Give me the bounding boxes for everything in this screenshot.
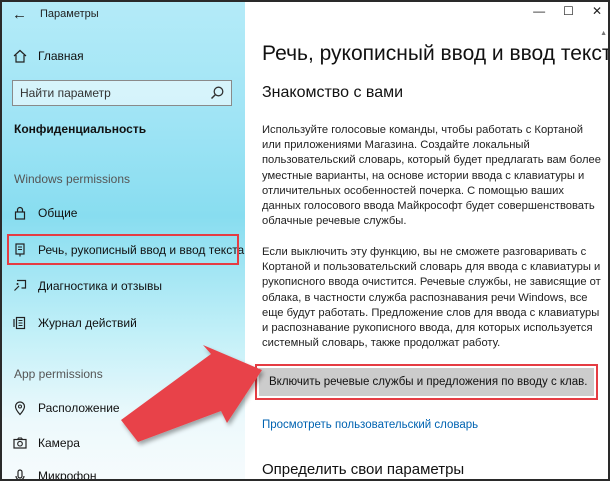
camera-icon: [2, 435, 38, 451]
window-controls: — ☐ ✕: [533, 4, 602, 18]
microphone-icon: [2, 468, 38, 479]
nav-home-label: Главная: [38, 49, 84, 63]
nav-microphone[interactable]: Микрофон: [2, 462, 245, 479]
sidebar: ← Параметры Главная Конфиденциальность W…: [2, 2, 245, 479]
nav-camera[interactable]: Камера: [2, 429, 245, 457]
app-title: Параметры: [40, 8, 99, 20]
section-heading: Знакомство с вами: [262, 84, 404, 101]
nav-home[interactable]: Главная: [2, 42, 245, 70]
nav-diagnostics-label: Диагностика и отзывы: [38, 279, 162, 293]
button-highlight: [255, 364, 598, 400]
main-content: — ☐ ✕ Речь, рукописный ввод и ввод текст…: [245, 2, 608, 479]
warning-paragraph: Если выключить эту функцию, вы не сможет…: [262, 246, 601, 350]
nav-diagnostics[interactable]: Диагностика и отзывы: [2, 272, 245, 300]
nav-activity[interactable]: Журнал действий: [2, 309, 245, 337]
app-permissions-title: App permissions: [14, 367, 103, 381]
location-icon: [2, 400, 38, 416]
nav-location-label: Расположение: [38, 401, 120, 415]
home-icon: [2, 48, 38, 64]
close-icon[interactable]: ✕: [592, 4, 602, 18]
nav-general[interactable]: Общие: [2, 199, 245, 227]
nav-microphone-label: Микрофон: [38, 469, 97, 479]
title-bar: ← Параметры: [2, 2, 245, 28]
maximize-icon[interactable]: ☐: [563, 4, 574, 18]
minimize-icon[interactable]: —: [533, 4, 545, 18]
nav-camera-label: Камера: [38, 436, 80, 450]
settings-window: ← Параметры Главная Конфиденциальность W…: [2, 2, 608, 479]
back-arrow-icon[interactable]: ←: [12, 6, 30, 24]
search-box[interactable]: [12, 80, 232, 106]
nav-activity-label: Журнал действий: [38, 316, 137, 330]
category-title: Конфиденциальность: [14, 122, 147, 136]
activity-icon: [2, 315, 38, 331]
lock-icon: [2, 205, 38, 221]
windows-permissions-title: Windows permissions: [14, 172, 131, 186]
nav-speech-highlight: [7, 234, 239, 265]
scroll-up-icon[interactable]: ▲: [600, 30, 607, 37]
description-paragraph: Используйте голосовые команды, чтобы раб…: [262, 124, 601, 228]
feedback-icon: [2, 278, 38, 294]
search-icon[interactable]: [209, 85, 225, 101]
scrollbar[interactable]: [600, 28, 608, 479]
define-settings-heading: Определить свои параметры: [262, 461, 465, 478]
nav-location[interactable]: Расположение: [2, 394, 245, 422]
search-input[interactable]: [13, 81, 203, 105]
view-dictionary-link[interactable]: Просмотреть пользовательский словарь: [262, 419, 478, 431]
page-title: Речь, рукописный ввод и ввод текста: [262, 42, 608, 65]
nav-general-label: Общие: [38, 206, 78, 220]
